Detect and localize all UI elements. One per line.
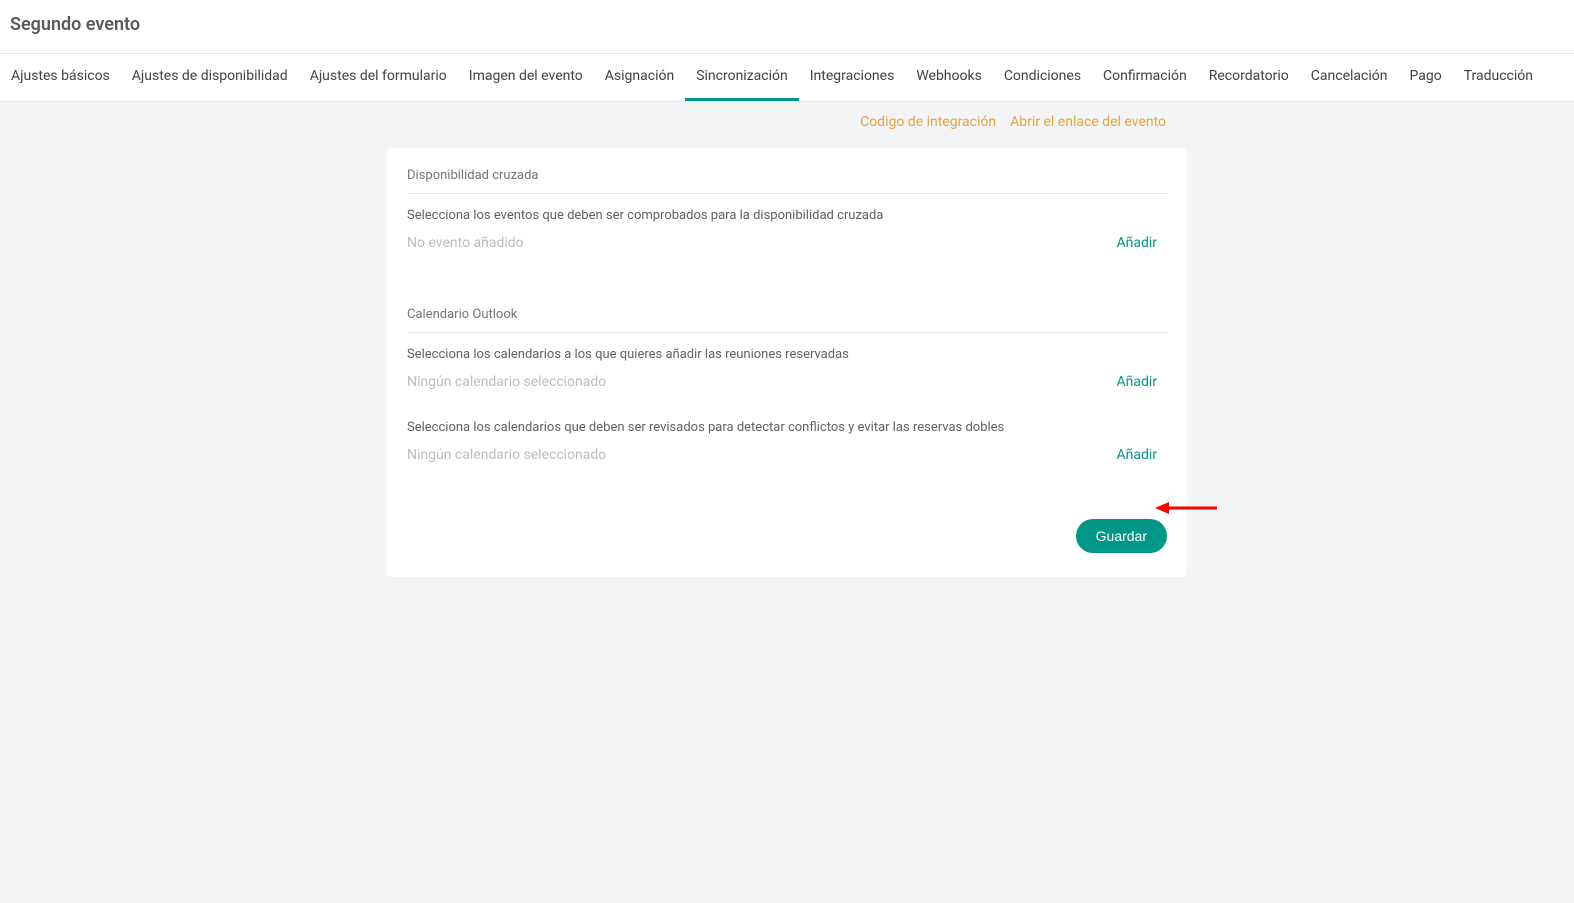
open-event-link[interactable]: Abrir el enlace del evento — [1010, 114, 1166, 130]
outlook-conflict-add-link[interactable]: Añadir — [1116, 447, 1157, 463]
outlook-add-link[interactable]: Añadir — [1116, 374, 1157, 390]
outlook-add-empty: Ningún calendario seleccionado — [407, 374, 606, 390]
tab-recordatorio[interactable]: Recordatorio — [1198, 54, 1300, 101]
tab-cancelacion[interactable]: Cancelación — [1300, 54, 1399, 101]
tab-ajustes-formulario[interactable]: Ajustes del formulario — [299, 54, 458, 101]
cross-availability-empty: No evento añadido — [407, 235, 524, 251]
tabs-container: Ajustes básicos Ajustes de disponibilida… — [0, 54, 1574, 102]
integration-code-link[interactable]: Codigo de integración — [860, 114, 996, 130]
tab-sincronizacion[interactable]: Sincronización — [685, 54, 799, 101]
cross-availability-add-link[interactable]: Añadir — [1116, 235, 1157, 251]
cross-availability-desc: Selecciona los eventos que deben ser com… — [407, 208, 1167, 223]
settings-card: Disponibilidad cruzada Selecciona los ev… — [387, 148, 1187, 577]
tab-ajustes-disponibilidad[interactable]: Ajustes de disponibilidad — [121, 54, 299, 101]
tab-asignacion[interactable]: Asignación — [594, 54, 685, 101]
top-links: Codigo de integración Abrir el enlace de… — [0, 102, 1574, 130]
outlook-desc-conflict: Selecciona los calendarios que deben ser… — [407, 420, 1167, 435]
outlook-title: Calendario Outlook — [407, 307, 1167, 333]
page-title: Segundo evento — [10, 14, 1564, 35]
tab-pago[interactable]: Pago — [1398, 54, 1452, 101]
outlook-conflict-empty: Ningún calendario seleccionado — [407, 447, 606, 463]
tab-imagen-evento[interactable]: Imagen del evento — [458, 54, 594, 101]
tab-ajustes-basicos[interactable]: Ajustes básicos — [0, 54, 121, 101]
tab-webhooks[interactable]: Webhooks — [905, 54, 993, 101]
tab-integraciones[interactable]: Integraciones — [799, 54, 906, 101]
cross-availability-title: Disponibilidad cruzada — [407, 168, 1167, 194]
tab-traduccion[interactable]: Traducción — [1453, 54, 1544, 101]
save-button[interactable]: Guardar — [1076, 519, 1167, 553]
tab-confirmacion[interactable]: Confirmación — [1092, 54, 1198, 101]
tab-condiciones[interactable]: Condiciones — [993, 54, 1092, 101]
outlook-desc-add: Selecciona los calendarios a los que qui… — [407, 347, 1167, 362]
